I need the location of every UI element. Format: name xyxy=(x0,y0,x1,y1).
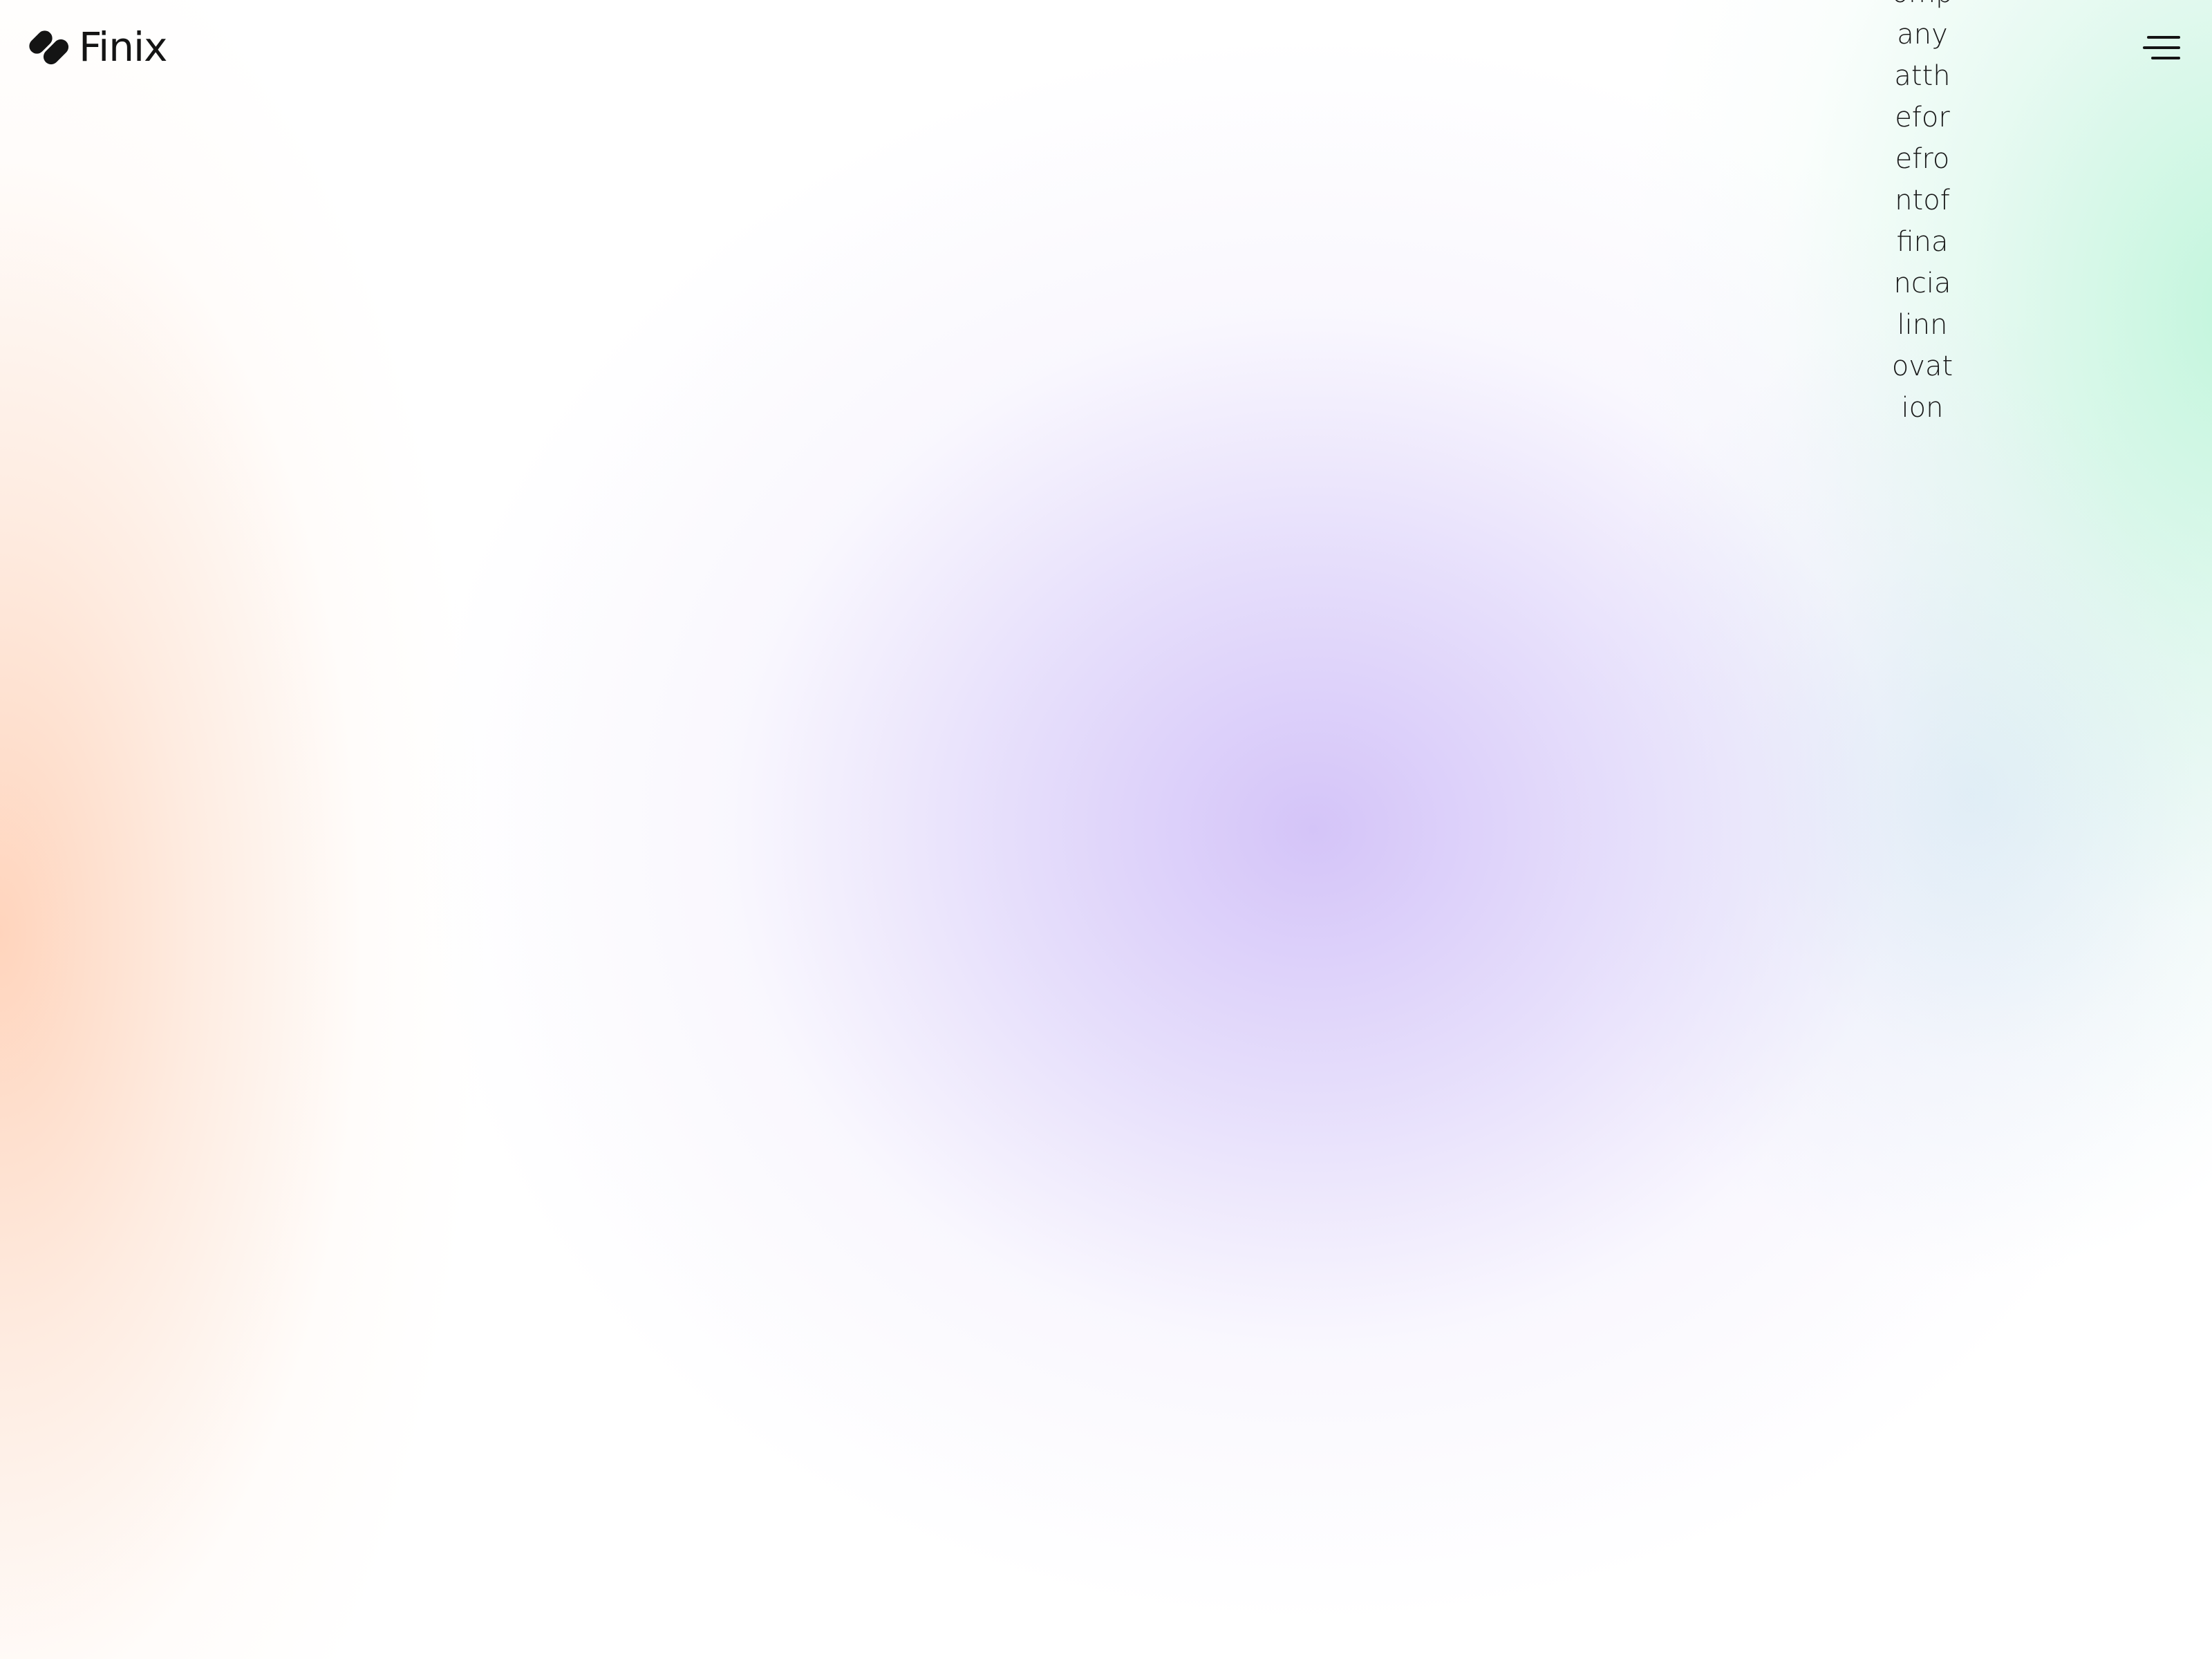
menu-button[interactable] xyxy=(2143,30,2184,65)
hamburger-menu-icon xyxy=(2143,36,2180,59)
brand-name: Finix xyxy=(79,24,167,71)
site-header: Finix xyxy=(0,0,2212,97)
hero-vertical-text: ompanyattheforefrontoffinancialinnovatio… xyxy=(1891,0,1953,424)
gradient-background xyxy=(0,0,2212,1659)
finix-logo-icon xyxy=(29,30,69,65)
logo-link[interactable]: Finix xyxy=(26,25,167,69)
